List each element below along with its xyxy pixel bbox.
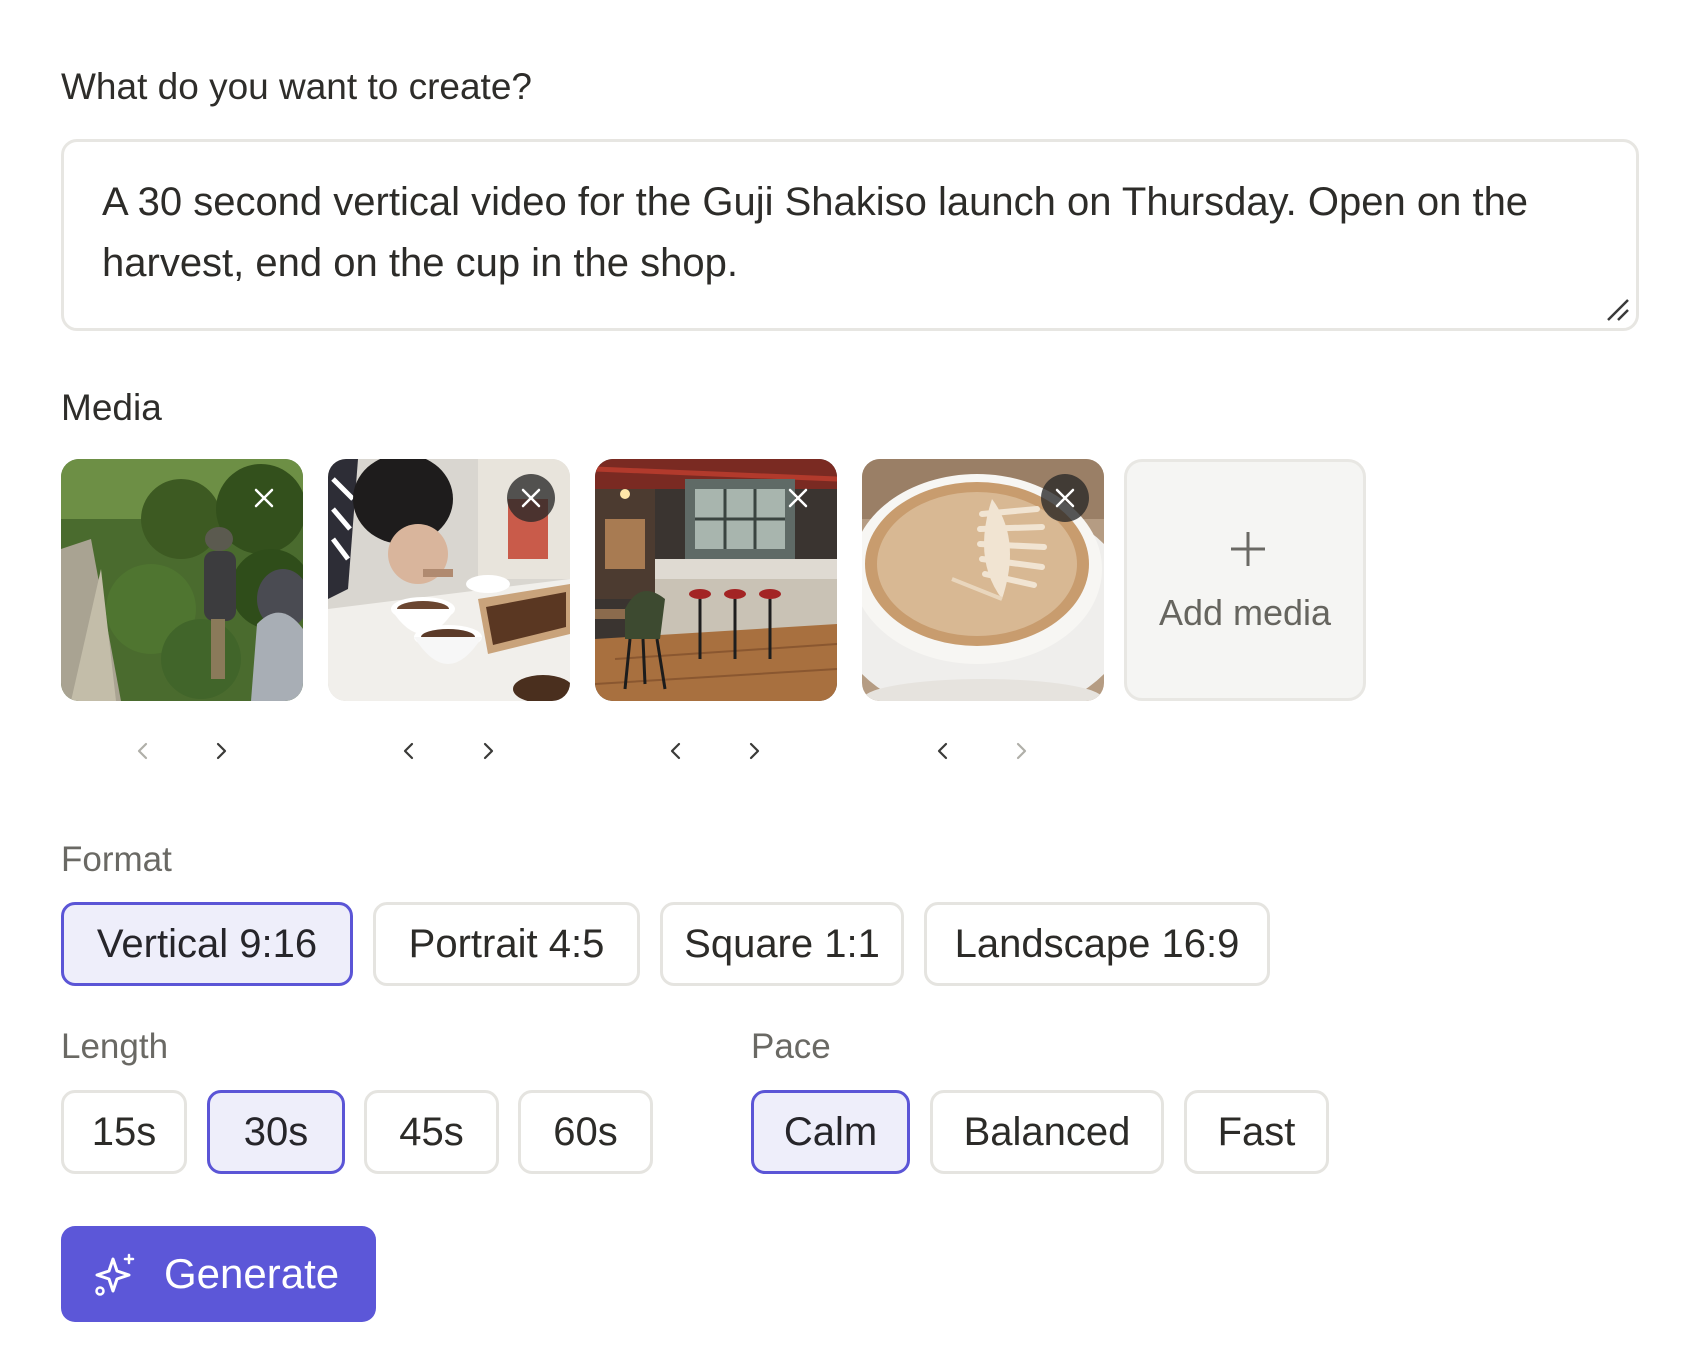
close-icon bbox=[788, 488, 808, 508]
format-label: Format bbox=[61, 840, 172, 879]
chevron-left-icon bbox=[937, 742, 948, 760]
resize-grip-icon[interactable] bbox=[1604, 296, 1630, 322]
media-thumb-4[interactable] bbox=[862, 459, 1104, 701]
chevron-right-icon bbox=[749, 742, 760, 760]
length-option-30s[interactable]: 30s bbox=[207, 1090, 345, 1174]
generate-button[interactable]: Generate bbox=[61, 1226, 376, 1322]
close-icon bbox=[1055, 488, 1075, 508]
pace-option-calm[interactable]: Calm bbox=[751, 1090, 910, 1174]
media-1-move-right-button[interactable] bbox=[204, 734, 238, 768]
generate-label: Generate bbox=[164, 1250, 340, 1297]
pace-option-fast[interactable]: Fast bbox=[1184, 1090, 1329, 1174]
format-option-portrait[interactable]: Portrait 4:5 bbox=[373, 902, 640, 986]
chevron-right-icon bbox=[483, 742, 494, 760]
remove-media-2-button[interactable] bbox=[507, 474, 555, 522]
media-2-move-right-button[interactable] bbox=[471, 734, 505, 768]
remove-media-3-button[interactable] bbox=[774, 474, 822, 522]
media-2-move-left-button[interactable] bbox=[392, 734, 426, 768]
media-1-move-left-button[interactable] bbox=[126, 734, 160, 768]
add-media-button[interactable]: Add media bbox=[1124, 459, 1366, 701]
length-label: Length bbox=[61, 1027, 169, 1066]
pace-option-balanced[interactable]: Balanced bbox=[930, 1090, 1164, 1174]
length-option-60s[interactable]: 60s bbox=[518, 1090, 653, 1174]
media-4-move-right-button[interactable] bbox=[1004, 734, 1038, 768]
chevron-left-icon bbox=[670, 742, 681, 760]
chevron-left-icon bbox=[137, 742, 148, 760]
sparkle-icon bbox=[95, 1253, 135, 1296]
media-4-move-left-button[interactable] bbox=[926, 734, 960, 768]
format-option-landscape[interactable]: Landscape 16:9 bbox=[924, 902, 1270, 986]
length-option-15s[interactable]: 15s bbox=[61, 1090, 187, 1174]
media-thumb-1[interactable] bbox=[61, 459, 303, 701]
remove-media-1-button[interactable] bbox=[240, 474, 288, 522]
media-3-move-right-button[interactable] bbox=[737, 734, 771, 768]
close-icon bbox=[254, 488, 274, 508]
prompt-label: What do you want to create? bbox=[61, 66, 532, 107]
format-option-square[interactable]: Square 1:1 bbox=[660, 902, 904, 986]
media-3-move-left-button[interactable] bbox=[659, 734, 693, 768]
format-option-vertical[interactable]: Vertical 9:16 bbox=[61, 902, 353, 986]
prompt-text[interactable]: A 30 second vertical video for the Guji … bbox=[102, 172, 1602, 294]
media-thumb-2[interactable] bbox=[328, 459, 570, 701]
media-label: Media bbox=[61, 387, 162, 428]
chevron-right-icon bbox=[216, 742, 227, 760]
prompt-textarea[interactable]: A 30 second vertical video for the Guji … bbox=[61, 139, 1639, 331]
add-media-label: Add media bbox=[1158, 592, 1332, 633]
pace-label: Pace bbox=[751, 1027, 831, 1066]
remove-media-4-button[interactable] bbox=[1041, 474, 1089, 522]
close-icon bbox=[521, 488, 541, 508]
chevron-left-icon bbox=[403, 742, 414, 760]
media-thumb-3[interactable] bbox=[595, 459, 837, 701]
length-option-45s[interactable]: 45s bbox=[364, 1090, 499, 1174]
chevron-right-icon bbox=[1016, 742, 1027, 760]
plus-icon bbox=[1231, 532, 1265, 566]
